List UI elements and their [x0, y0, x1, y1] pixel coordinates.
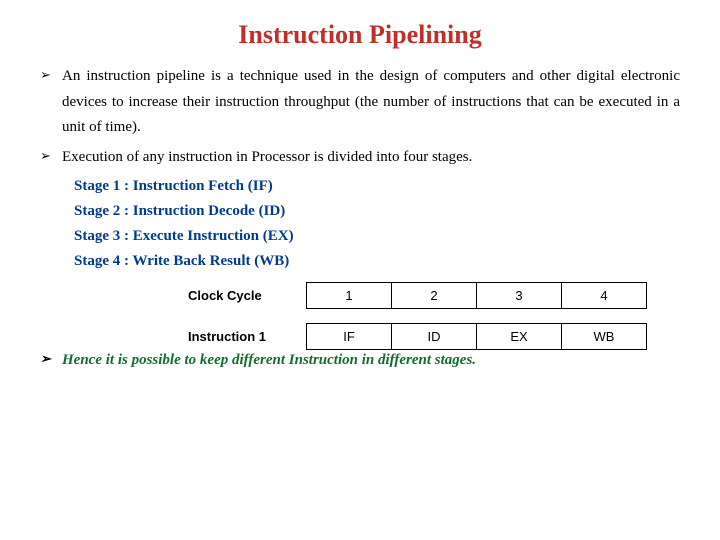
- table-spacer: [180, 309, 647, 324]
- stage-line: Stage 2 : Instruction Decode (ID): [74, 203, 680, 220]
- table-row: Instruction 1 IF ID EX WB: [180, 324, 647, 350]
- table-cell: 3: [477, 283, 562, 309]
- stage-line: Stage 3 : Execute Instruction (EX): [74, 228, 680, 245]
- table-cell: IF: [307, 324, 392, 350]
- table-cell: WB: [562, 324, 647, 350]
- bullet-text: Hence it is possible to keep different I…: [62, 348, 680, 374]
- bullet-item: ➢ An instruction pipeline is a technique…: [40, 64, 680, 141]
- stage-line: Stage 4 : Write Back Result (WB): [74, 253, 680, 270]
- stage-line: Stage 1 : Instruction Fetch (IF): [74, 178, 680, 195]
- bullet-marker-icon: ➢: [40, 145, 62, 171]
- table-cell: 2: [392, 283, 477, 309]
- table-cell: EX: [477, 324, 562, 350]
- table-cell: ID: [392, 324, 477, 350]
- bullet-item: ➢ Hence it is possible to keep different…: [40, 348, 680, 374]
- bullet-marker-icon: ➢: [40, 64, 62, 141]
- bullet-text: Execution of any instruction in Processo…: [62, 145, 680, 171]
- bullet-text: An instruction pipeline is a technique u…: [62, 64, 680, 141]
- row-label: Instruction 1: [180, 324, 307, 350]
- table-cell: 1: [307, 283, 392, 309]
- page-title: Instruction Pipelining: [40, 20, 680, 50]
- pipeline-table: Clock Cycle 1 2 3 4 Instruction 1 IF ID …: [180, 282, 680, 350]
- row-label: Clock Cycle: [180, 283, 307, 309]
- table-cell: 4: [562, 283, 647, 309]
- bullet-item: ➢ Execution of any instruction in Proces…: [40, 145, 680, 171]
- bullet-marker-icon: ➢: [40, 348, 62, 374]
- table-row: Clock Cycle 1 2 3 4: [180, 283, 647, 309]
